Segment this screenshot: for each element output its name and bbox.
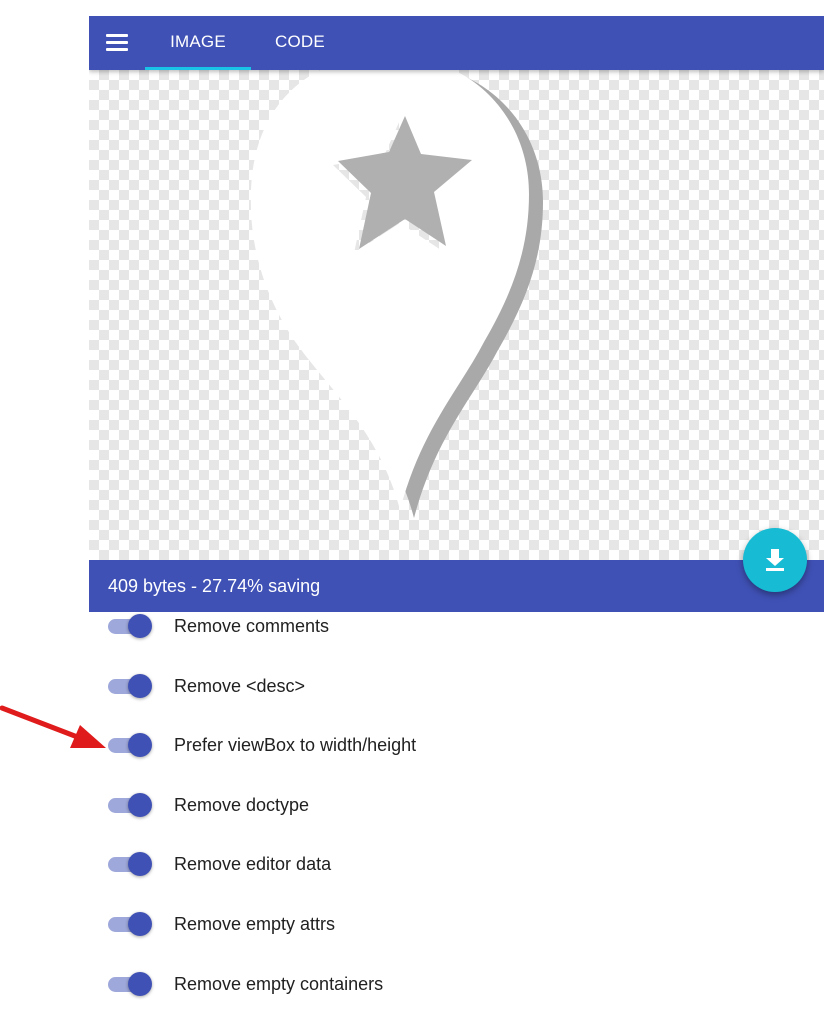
option-label: Remove editor data: [174, 854, 332, 874]
toggle-switch[interactable]: [108, 852, 152, 876]
tab-image[interactable]: IMAGE: [145, 16, 251, 70]
option-label: Remove empty containers: [174, 974, 384, 994]
toggle-switch[interactable]: [108, 972, 152, 996]
option-remove-empty-attrs[interactable]: Remove empty attrs: [89, 902, 824, 946]
toggle-switch[interactable]: [108, 674, 152, 698]
download-button[interactable]: [743, 528, 807, 592]
option-label: Remove doctype: [174, 795, 310, 815]
svgomg-app: IMAGE CODE 409 bytes - 27.74% saving Rem…: [89, 16, 824, 1000]
svg-preview-canvas[interactable]: [89, 70, 824, 560]
option-remove-editor-data[interactable]: Remove editor data: [89, 842, 824, 886]
toggle-switch[interactable]: [108, 912, 152, 936]
option-remove-comments[interactable]: Remove comments: [89, 604, 824, 648]
option-label: Remove comments: [174, 616, 330, 636]
option-prefer-viewbox[interactable]: Prefer viewBox to width/height: [89, 723, 824, 767]
toggle-switch[interactable]: [108, 614, 152, 638]
map-pin-image: [250, 70, 543, 518]
option-remove-empty-containers[interactable]: Remove empty containers: [89, 962, 824, 1000]
toggle-switch[interactable]: [108, 793, 152, 817]
red-annotation-arrow: [0, 705, 106, 748]
tab-code[interactable]: CODE: [251, 16, 349, 70]
download-icon: [766, 549, 784, 571]
toggle-switch[interactable]: [108, 733, 152, 757]
top-app-bar: IMAGE CODE: [89, 16, 824, 70]
option-label: Remove <desc>: [174, 676, 306, 696]
option-remove-doctype[interactable]: Remove doctype: [89, 783, 824, 827]
active-tab-indicator: [145, 67, 251, 70]
hamburger-menu-icon[interactable]: [103, 29, 131, 57]
option-label: Prefer viewBox to width/height: [174, 735, 417, 755]
option-label: Remove empty attrs: [174, 914, 336, 934]
option-remove-desc[interactable]: Remove <desc>: [89, 664, 824, 708]
